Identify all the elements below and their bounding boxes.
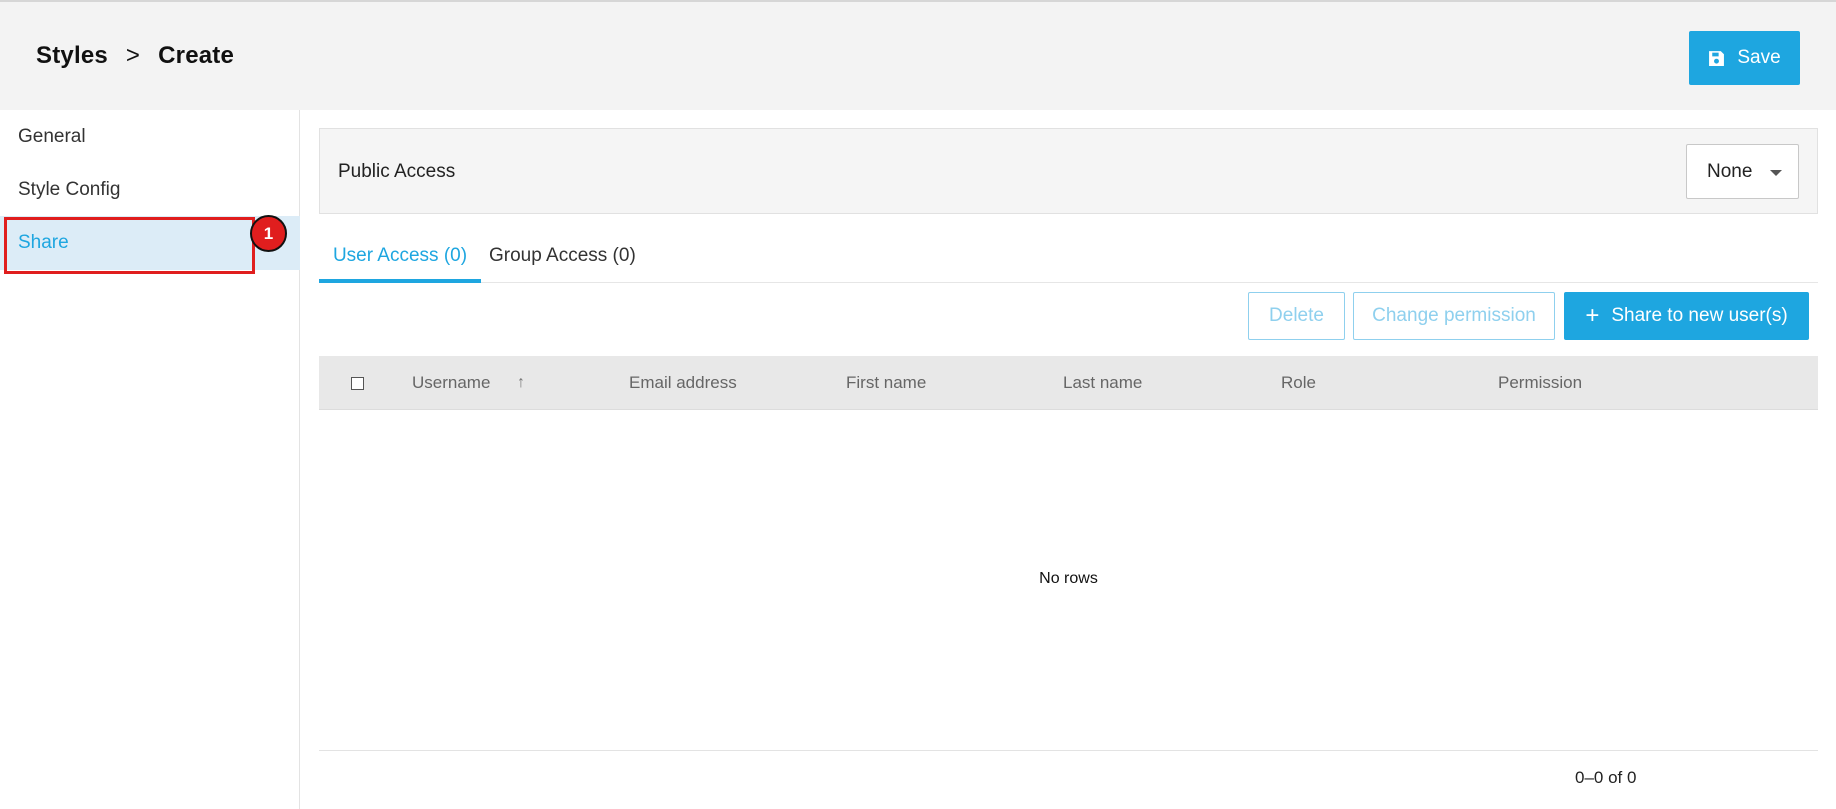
breadcrumb-current: Create	[158, 42, 235, 69]
tab-user-access[interactable]: User Access (0)	[319, 231, 481, 283]
public-access-panel: Public Access None	[319, 128, 1818, 214]
sidebar: General Style Config Share	[0, 110, 300, 809]
save-button[interactable]: Save	[1689, 31, 1800, 85]
public-access-select[interactable]: None	[1686, 144, 1799, 199]
public-access-label: Public Access	[338, 161, 456, 182]
breadcrumb-root[interactable]: Styles	[36, 42, 108, 69]
empty-state-text: No rows	[1039, 570, 1098, 587]
save-label: Save	[1737, 47, 1781, 68]
column-header-role[interactable]: Role	[1281, 356, 1316, 410]
access-tabs: User Access (0) Group Access (0)	[319, 231, 1818, 283]
sidebar-item-general[interactable]: General	[0, 110, 300, 164]
page-header: Styles > Create Save	[0, 2, 1836, 110]
annotation-highlight-box	[4, 217, 255, 274]
public-access-value: None	[1707, 161, 1753, 182]
column-header-last-name[interactable]: Last name	[1063, 356, 1142, 410]
share-label: Share to new user(s)	[1611, 305, 1788, 326]
sort-ascending-icon[interactable]: ↑	[517, 356, 525, 410]
pagination-label: 0–0 of 0	[1575, 768, 1637, 787]
plus-icon: +	[1585, 302, 1600, 329]
column-header-username[interactable]: Username	[412, 356, 490, 410]
caret-down-icon	[1770, 170, 1782, 176]
change-permission-button[interactable]: Change permission	[1353, 292, 1555, 340]
table-header: Username ↑ Email address First name Last…	[319, 356, 1818, 410]
table-footer-divider	[319, 750, 1818, 751]
share-to-new-users-button[interactable]: + Share to new user(s)	[1564, 292, 1809, 340]
save-icon	[1709, 50, 1725, 66]
delete-button[interactable]: Delete	[1248, 292, 1345, 340]
column-header-email[interactable]: Email address	[629, 356, 737, 410]
select-all-checkbox[interactable]	[351, 377, 364, 390]
sidebar-item-style-config[interactable]: Style Config	[0, 163, 300, 217]
breadcrumb-separator: >	[125, 42, 141, 69]
tab-group-access[interactable]: Group Access (0)	[489, 231, 636, 283]
column-header-first-name[interactable]: First name	[846, 356, 926, 410]
annotation-badge: 1	[250, 215, 287, 252]
column-header-permission[interactable]: Permission	[1498, 356, 1582, 410]
breadcrumb: Styles > Create	[36, 42, 234, 70]
